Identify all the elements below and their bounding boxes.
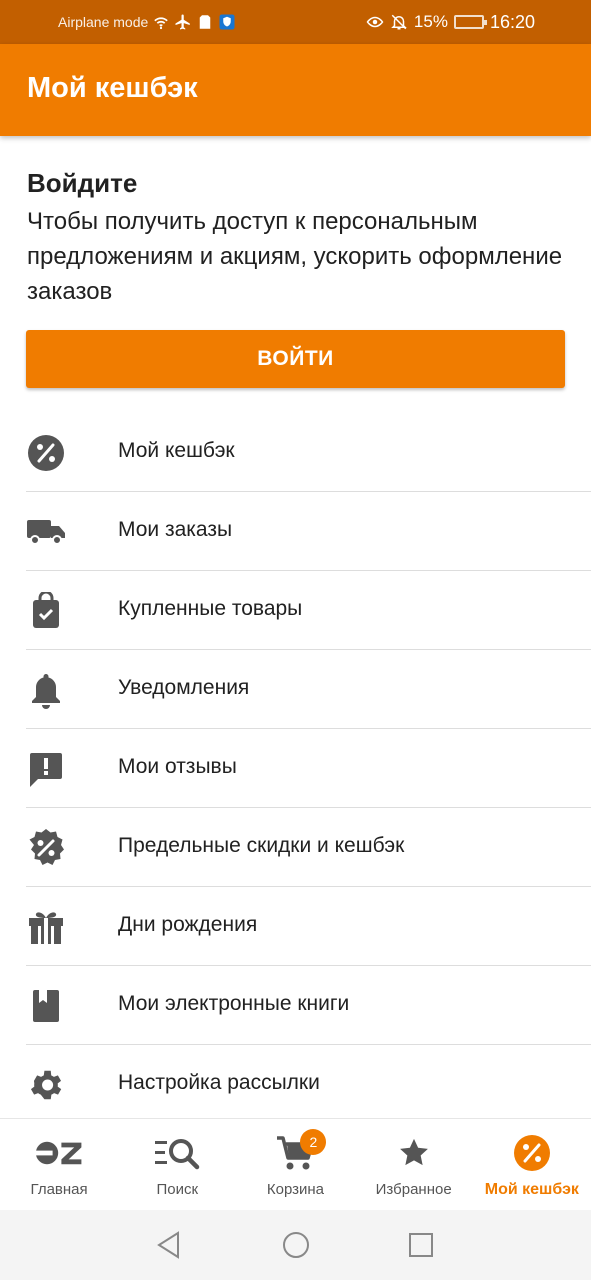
menu-item-ebooks[interactable]: Мои электронные книги	[0, 966, 591, 1045]
shopping-bag-check-icon	[26, 591, 66, 631]
nav-item-search[interactable]: Поиск	[118, 1119, 236, 1211]
percent-circle-icon	[508, 1133, 556, 1173]
menu-item-label: Купленные товары	[118, 597, 303, 620]
status-right: 15% 16:20	[366, 11, 535, 33]
login-title: Войдите	[27, 168, 138, 198]
search-list-icon	[153, 1133, 201, 1173]
menu-item-label: Уведомления	[118, 676, 250, 699]
nav-label: Мой кешбэк	[484, 1181, 579, 1198]
menu-item-my-cashback[interactable]: Мой кешбэк	[0, 413, 591, 492]
truck-icon	[26, 512, 66, 552]
menu-item-mailing-settings[interactable]: Настройка рассылки	[0, 1045, 591, 1124]
eye-icon	[366, 16, 384, 28]
star-icon	[390, 1133, 438, 1173]
page-title: Мой кешбэк	[27, 72, 198, 104]
ozon-logo-icon	[35, 1133, 83, 1173]
app-bar: Мой кешбэк	[0, 44, 591, 136]
menu-item-birthdays[interactable]: Дни рождения	[0, 887, 591, 966]
menu-item-notifications[interactable]: Уведомления	[0, 650, 591, 729]
menu-item-label: Мои отзывы	[118, 755, 237, 778]
system-navigation-bar	[0, 1210, 591, 1280]
menu-item-label: Настройка рассылки	[118, 1071, 320, 1094]
cart-count-badge: 2	[300, 1129, 327, 1155]
battery-percent: 15%	[413, 12, 448, 31]
back-icon[interactable]	[154, 1230, 184, 1260]
airplane-mode-text: Airplane mode	[58, 14, 149, 30]
menu-item-max-discounts[interactable]: Предельные скидки и кешбэк	[0, 808, 591, 887]
nav-label: Главная	[30, 1181, 88, 1198]
feedback-icon	[26, 749, 66, 789]
home-icon[interactable]	[281, 1230, 311, 1260]
menu-item-purchased[interactable]: Купленные товары	[0, 571, 591, 650]
bottom-navigation: Главная Поиск 2 Корзина Избранное Мой ке…	[0, 1118, 591, 1210]
nav-item-cart[interactable]: 2 Корзина	[236, 1119, 354, 1211]
menu-list: Мой кешбэк Мои заказы Купленные товары У…	[0, 413, 591, 1124]
nav-label: Корзина	[266, 1181, 325, 1198]
book-icon	[26, 986, 66, 1026]
menu-item-label: Мои электронные книги	[118, 992, 350, 1015]
bell-off-icon	[391, 14, 407, 30]
gear-icon	[26, 1065, 66, 1105]
menu-item-label: Предельные скидки и кешбэк	[118, 834, 405, 857]
clock: 16:20	[489, 11, 535, 32]
nav-label: Избранное	[375, 1181, 452, 1198]
nav-label: Поиск	[156, 1181, 199, 1198]
sim-icon	[200, 15, 211, 29]
nav-item-favorites[interactable]: Избранное	[355, 1119, 473, 1211]
status-bar: Airplane mode 15% 16:20	[0, 0, 591, 44]
recents-icon[interactable]	[406, 1230, 436, 1260]
airplane-icon	[175, 14, 191, 30]
menu-item-label: Дни рождения	[118, 913, 258, 936]
shield-icon	[219, 14, 235, 30]
discount-badge-icon	[26, 828, 66, 868]
menu-item-my-reviews[interactable]: Мои отзывы	[0, 729, 591, 808]
battery-icon	[453, 15, 487, 29]
percent-circle-icon	[26, 433, 66, 473]
bell-icon	[26, 670, 66, 710]
menu-item-my-orders[interactable]: Мои заказы	[0, 492, 591, 571]
menu-item-label: Мои заказы	[118, 518, 233, 541]
login-button[interactable]: ВОЙТИ	[26, 330, 565, 388]
nav-item-home[interactable]: Главная	[0, 1119, 118, 1211]
wifi-icon	[154, 17, 169, 30]
login-description: Чтобы получить доступ к персональным пре…	[27, 208, 563, 305]
status-left: Airplane mode	[58, 12, 236, 32]
gift-icon	[26, 907, 66, 947]
menu-item-label: Мой кешбэк	[118, 439, 235, 462]
nav-item-my-cashback[interactable]: Мой кешбэк	[473, 1119, 591, 1211]
